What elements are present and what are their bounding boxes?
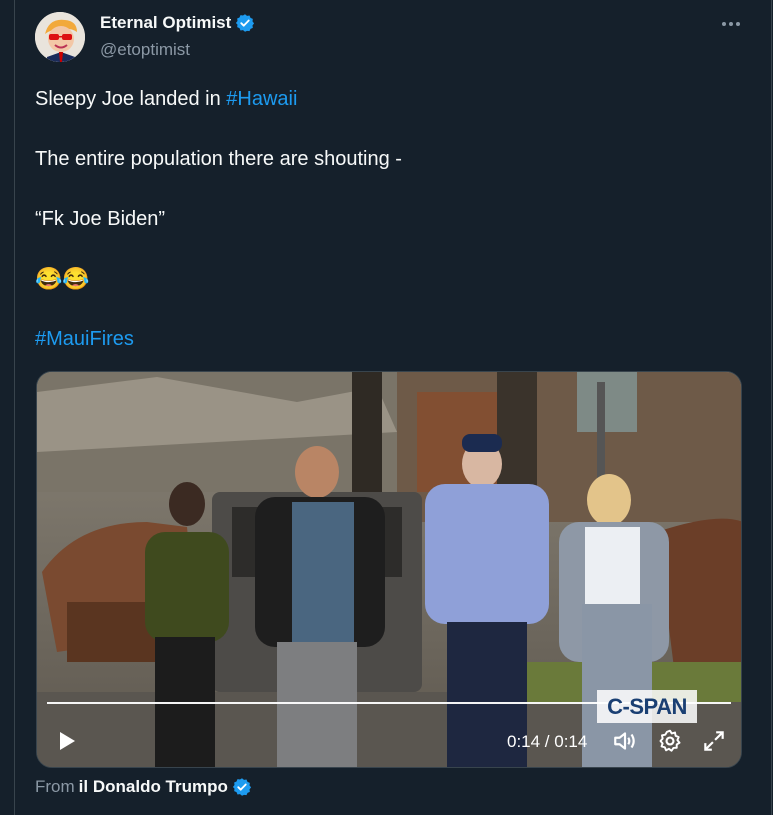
- cspan-watermark: C-SPAN: [597, 690, 697, 723]
- hashtag-hawaii-link[interactable]: #Hawaii: [226, 88, 297, 110]
- video-time-display: 0:14 / 0:14: [507, 732, 588, 751]
- tweet-text-prefix: Sleepy Joe landed in: [35, 88, 227, 110]
- author-name-row[interactable]: Eternal Optimist: [100, 13, 255, 33]
- tweet-text-line-2: The entire population there are shouting…: [35, 148, 402, 170]
- author-name[interactable]: Eternal Optimist: [100, 13, 231, 33]
- fullscreen-icon[interactable]: [701, 728, 727, 754]
- verified-badge-icon: [235, 13, 255, 33]
- hashtag-mauifires-link[interactable]: #MauiFires: [35, 328, 134, 351]
- avatar-image: [35, 12, 85, 62]
- volume-icon[interactable]: [612, 728, 638, 754]
- verified-badge-icon: [232, 777, 252, 797]
- author-avatar[interactable]: [35, 12, 85, 62]
- video-source-attribution: From il Donaldo Trumpo: [35, 777, 252, 797]
- settings-gear-icon[interactable]: [657, 728, 683, 754]
- tweet-text-line-1: Sleepy Joe landed in #Hawaii: [35, 88, 297, 111]
- author-handle[interactable]: @etoptimist: [100, 40, 190, 60]
- video-player[interactable]: C-SPAN 0:14 / 0:14: [36, 371, 742, 768]
- play-icon[interactable]: [55, 729, 79, 753]
- tweet-text-line-3: “Fk Joe Biden”: [35, 208, 166, 230]
- from-label: From: [35, 777, 75, 796]
- tweet-emojis: 😂😂: [35, 266, 90, 291]
- more-options-icon[interactable]: [718, 12, 744, 36]
- source-author-name[interactable]: il Donaldo Trumpo: [79, 777, 228, 797]
